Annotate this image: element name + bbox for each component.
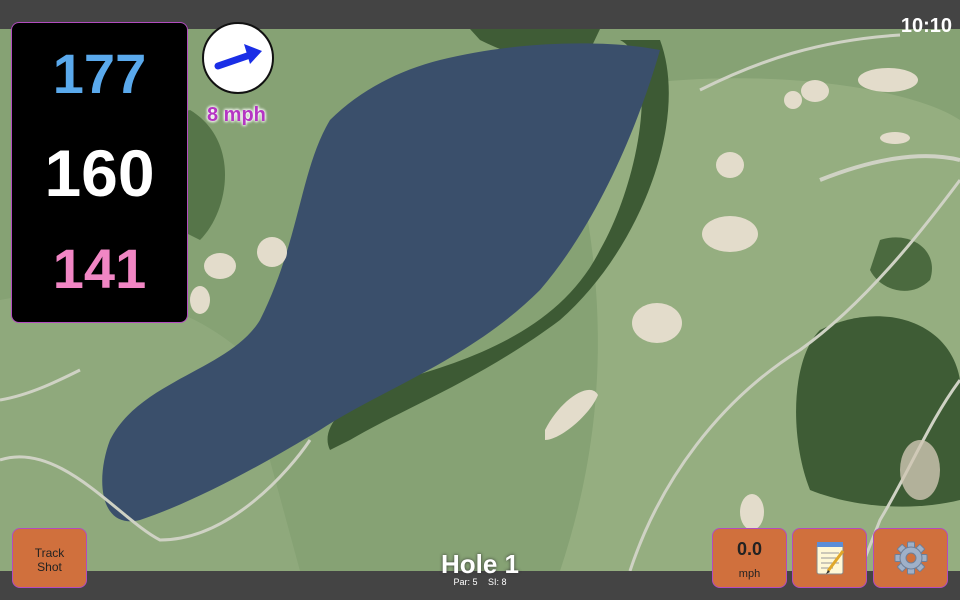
wind-arrow-icon bbox=[214, 44, 262, 70]
track-shot-label-line2: Shot bbox=[37, 560, 62, 574]
gear-icon bbox=[894, 541, 928, 575]
speed-value: 0.0 bbox=[736, 539, 763, 559]
hole-info: Par: 5 SI: 8 bbox=[380, 577, 580, 587]
distance-center: 160 bbox=[44, 136, 155, 210]
notes-button[interactable] bbox=[792, 528, 867, 588]
hole-title: Hole 1 bbox=[440, 549, 520, 579]
distance-panel: 177 160 141 bbox=[11, 22, 188, 323]
hole-stroke-index: SI: 8 bbox=[488, 577, 507, 587]
speed-button[interactable]: 0.0 mph bbox=[712, 528, 787, 588]
speed-unit: mph bbox=[738, 568, 761, 580]
track-shot-button[interactable]: Track Shot bbox=[12, 528, 87, 588]
hole-par: Par: 5 bbox=[453, 577, 478, 587]
distance-front: 141 bbox=[52, 237, 147, 300]
notepad-icon bbox=[816, 542, 845, 575]
settings-button[interactable] bbox=[873, 528, 948, 588]
track-shot-label-line1: Track bbox=[34, 546, 65, 560]
wind-direction-indicator bbox=[202, 22, 274, 94]
wind-speed-label: 8 mph bbox=[207, 104, 266, 126]
distance-back: 177 bbox=[52, 42, 147, 105]
clock-time: 10:10 bbox=[900, 15, 952, 37]
